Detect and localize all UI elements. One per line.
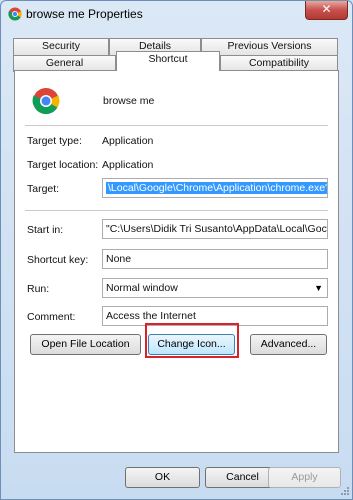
target-location-label: Target location: (27, 159, 99, 171)
advanced-button[interactable]: Advanced... (250, 334, 327, 355)
start-in-field[interactable]: "C:\Users\Didik Tri Susanto\AppData\Loca… (102, 219, 328, 239)
close-icon: ✕ (321, 2, 332, 16)
shortcut-key-field[interactable]: None (102, 249, 328, 269)
target-type-value: Application (102, 135, 154, 147)
tab-shortcut[interactable]: Shortcut (116, 51, 220, 71)
window-title: browse me Properties (26, 7, 143, 21)
shortcut-name: browse me (103, 95, 155, 107)
start-in-value: "C:\Users\Didik Tri Susanto\AppData\Loca… (106, 223, 327, 235)
tab-security[interactable]: Security (13, 38, 109, 55)
apply-button[interactable]: Apply (268, 467, 341, 488)
target-label: Target: (27, 183, 60, 195)
run-select[interactable]: Normal window ▼ (102, 278, 328, 298)
shortcut-key-label: Shortcut key: (27, 254, 89, 266)
properties-window: browse me Properties ✕ Security Details … (0, 0, 353, 500)
close-button[interactable]: ✕ (305, 1, 348, 20)
target-value: \Local\Google\Chrome\Application\chrome.… (106, 182, 327, 194)
chevron-down-icon[interactable]: ▼ (314, 279, 323, 297)
shortcut-panel: browse me Target type: Application Targe… (14, 70, 339, 453)
ok-button[interactable]: OK (125, 467, 200, 488)
chrome-icon (8, 7, 22, 21)
comment-label: Comment: (27, 311, 76, 323)
title-bar[interactable]: browse me Properties ✕ (1, 1, 352, 27)
target-location-value: Application (102, 159, 154, 171)
chrome-icon (32, 88, 60, 115)
start-in-label: Start in: (27, 224, 64, 236)
target-type-label: Target type: (27, 135, 82, 147)
run-value: Normal window (106, 282, 178, 294)
target-field[interactable]: \Local\Google\Chrome\Application\chrome.… (102, 178, 328, 198)
resize-grip-icon[interactable] (338, 486, 350, 498)
tab-previous-versions[interactable]: Previous Versions (201, 38, 338, 55)
shortcut-key-value: None (106, 253, 132, 265)
open-file-location-button[interactable]: Open File Location (30, 334, 141, 355)
comment-value: Access the Internet (106, 310, 196, 322)
annotation-highlight-box (145, 323, 239, 358)
divider (25, 210, 328, 211)
divider (25, 125, 328, 126)
run-label: Run: (27, 283, 50, 295)
